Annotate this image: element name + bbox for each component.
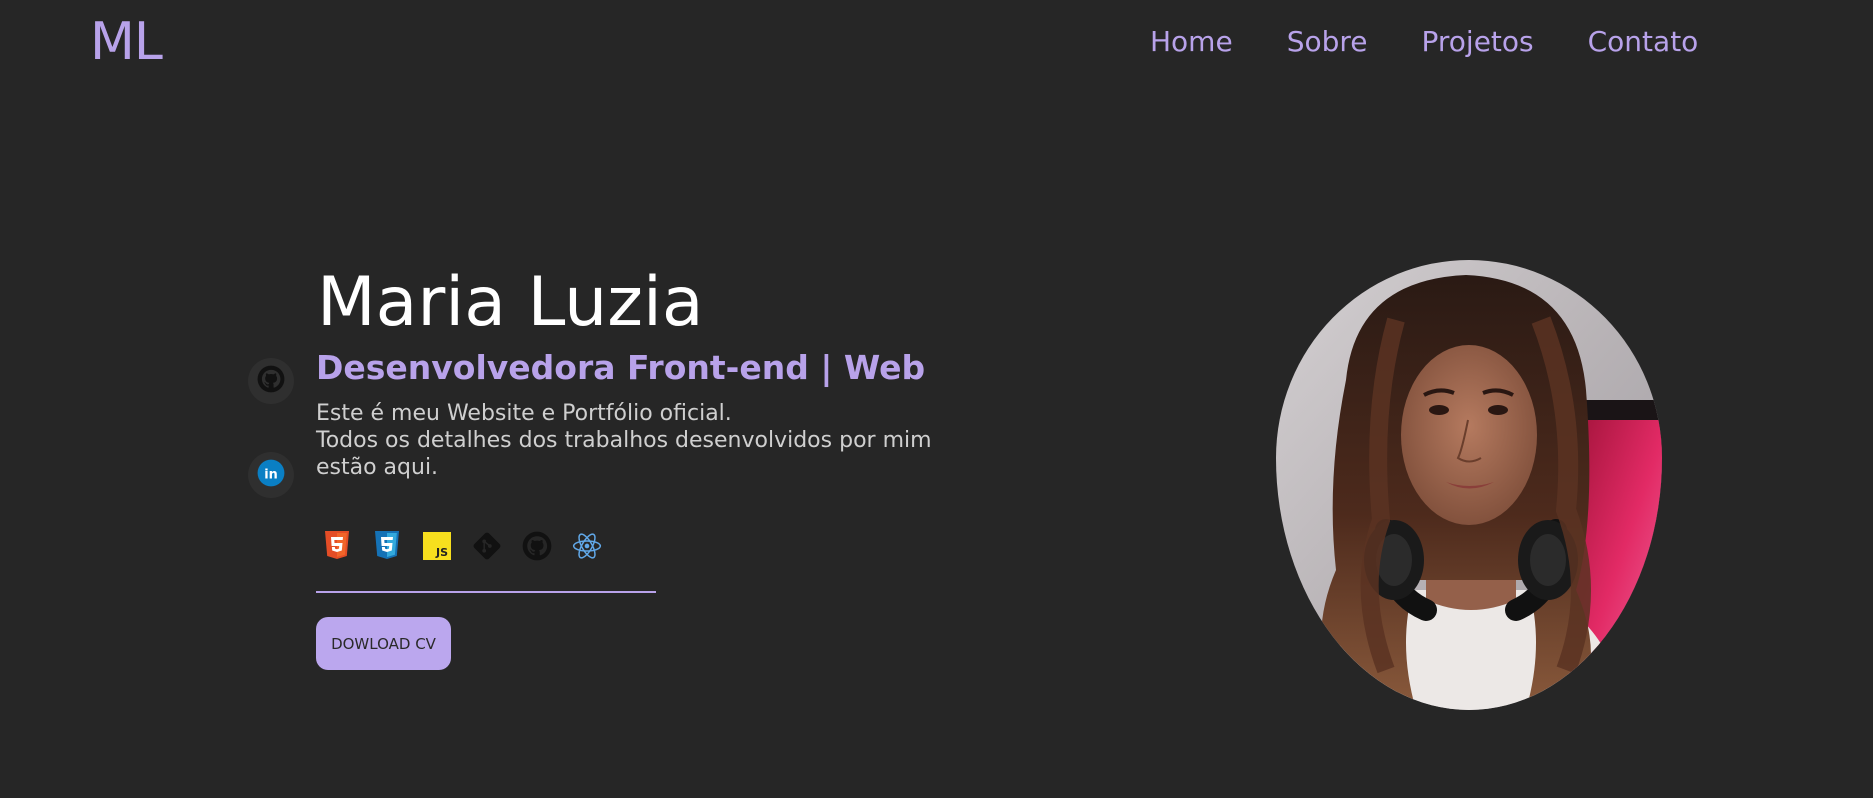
main-nav: Home Sobre Projetos Contato — [1150, 22, 1752, 62]
tech-stack: JS — [322, 530, 602, 562]
nav-sobre[interactable]: Sobre — [1287, 22, 1368, 62]
nav-home[interactable]: Home — [1150, 22, 1233, 62]
hero-role: Desenvolvedora Front-end | Web — [316, 348, 926, 387]
react-icon — [572, 530, 602, 562]
page: ML Home Sobre Projetos Contato in Maria … — [0, 0, 1873, 798]
logo[interactable]: ML — [90, 12, 163, 72]
javascript-icon: JS — [422, 530, 452, 562]
svg-text:JS: JS — [435, 546, 448, 559]
hero-description-line1: Este é meu Website e Portfólio oficial. — [316, 401, 732, 426]
hero-description-line2: Todos os detalhes dos trabalhos desenvol… — [316, 428, 932, 480]
linkedin-link[interactable]: in — [248, 452, 294, 498]
github-link[interactable] — [248, 358, 294, 404]
download-cv-button[interactable]: DOWLOAD CV — [316, 617, 451, 670]
css3-icon — [372, 530, 402, 562]
svg-text:in: in — [264, 467, 278, 482]
github-icon — [522, 530, 552, 562]
profile-photo-illustration — [1276, 260, 1662, 710]
divider — [316, 591, 656, 593]
git-icon — [472, 530, 502, 562]
nav-projetos[interactable]: Projetos — [1422, 22, 1534, 62]
hero-name: Maria Luzia — [317, 263, 704, 342]
html5-icon — [322, 530, 352, 562]
profile-photo — [1276, 260, 1662, 710]
github-icon — [257, 365, 285, 397]
hero-description: Este é meu Website e Portfólio oficial. … — [316, 400, 996, 481]
nav-contato[interactable]: Contato — [1588, 22, 1699, 62]
linkedin-icon: in — [257, 459, 285, 491]
